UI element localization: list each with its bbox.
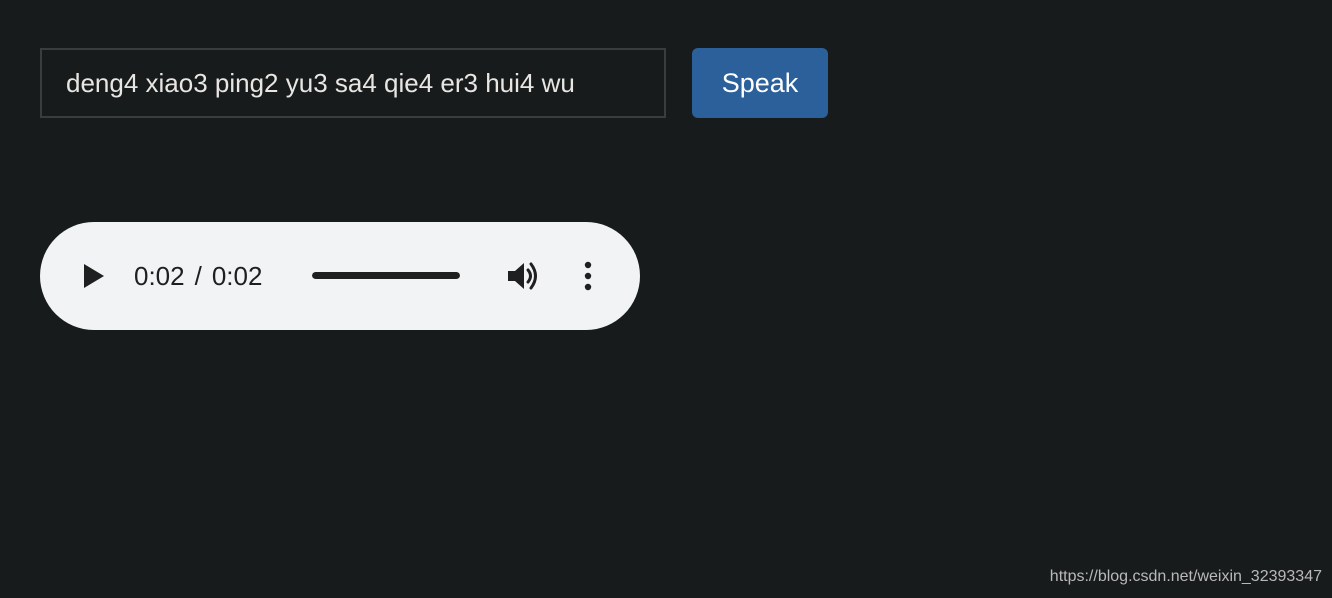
current-time: 0:02 <box>134 261 185 291</box>
play-icon[interactable] <box>82 262 106 290</box>
more-vert-icon[interactable] <box>580 260 596 292</box>
volume-icon[interactable] <box>506 260 542 292</box>
watermark-url: https://blog.csdn.net/weixin_32393347 <box>1049 568 1322 585</box>
pinyin-text-input[interactable] <box>40 48 666 118</box>
time-separator: / <box>194 261 202 291</box>
time-display: 0:02 / 0:02 <box>134 258 262 294</box>
speak-button[interactable]: Speak <box>692 48 828 118</box>
progress-fill <box>312 272 460 279</box>
duration: 0:02 <box>211 261 263 291</box>
progress-slider[interactable] <box>312 272 460 279</box>
